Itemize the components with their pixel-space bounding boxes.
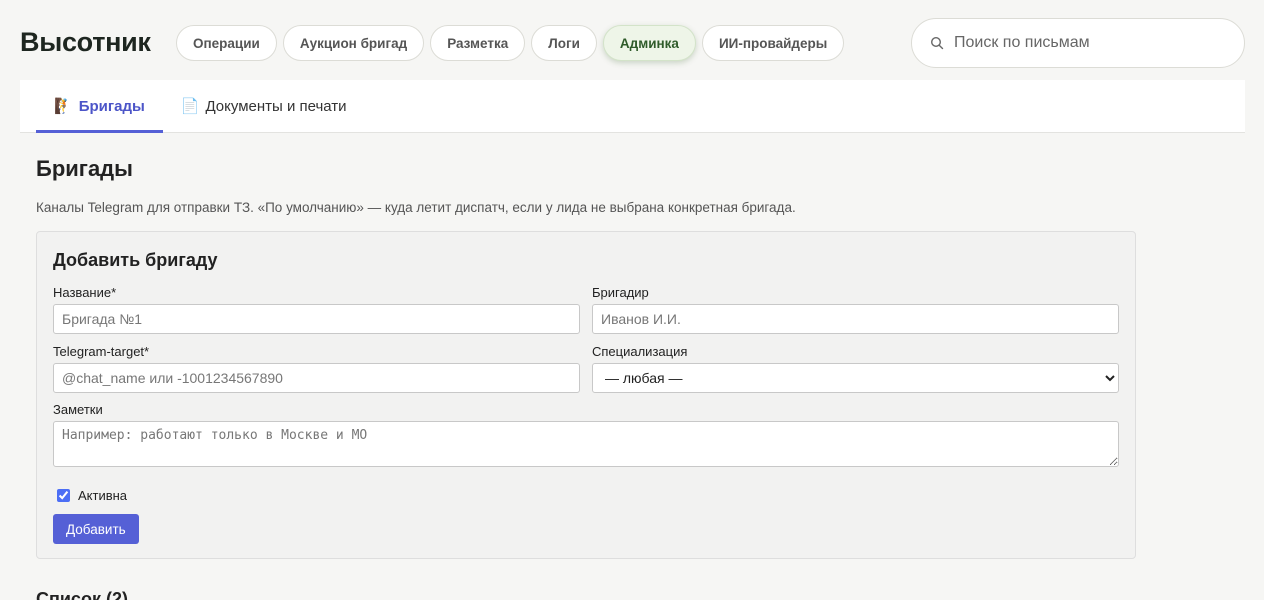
tab-bar: 🧗 Бригады 📄 Документы и печати: [20, 80, 1245, 133]
main-nav: Операции Аукцион бригад Разметка Логи Ад…: [176, 25, 845, 61]
active-checkbox[interactable]: [57, 489, 70, 502]
main-panel: 🧗 Бригады 📄 Документы и печати Бригады К…: [20, 80, 1245, 600]
nav-operations[interactable]: Операции: [176, 25, 277, 61]
nav-admin[interactable]: Админка: [602, 25, 696, 61]
climber-icon: 🧗: [54, 98, 73, 115]
nav-brigade-auction[interactable]: Аукцион бригад: [282, 25, 425, 61]
top-bar: Высотник Операции Аукцион бригад Разметк…: [0, 0, 1264, 82]
nav-markup[interactable]: Разметка: [430, 25, 526, 61]
name-label: Название*: [53, 285, 117, 300]
search-input[interactable]: [954, 34, 1224, 52]
name-field-group: Название*: [53, 285, 580, 334]
search-box[interactable]: [911, 18, 1245, 68]
page-description: Каналы Telegram для отправки ТЗ. «По умо…: [36, 200, 796, 215]
tab-label: Документы и печати: [205, 97, 347, 115]
notes-field-group: Заметки: [53, 402, 1119, 472]
specialization-select[interactable]: — любая —: [592, 363, 1119, 393]
search-icon: [930, 36, 944, 50]
notes-label: Заметки: [53, 402, 103, 417]
foreman-label: Бригадир: [592, 285, 649, 300]
form-title: Добавить бригаду: [53, 250, 218, 270]
specialization-field-group: Специализация — любая —: [592, 344, 1119, 393]
page-title: Бригады: [36, 156, 133, 181]
tab-documents[interactable]: 📄 Документы и печати: [163, 80, 365, 132]
active-checkbox-row: Активна: [53, 488, 1119, 503]
tab-brigades[interactable]: 🧗 Бригады: [36, 80, 163, 133]
foreman-input[interactable]: [592, 304, 1119, 334]
app-logo: Высотник: [20, 27, 151, 57]
form-grid: Название* Бригадир Telegram-target* Спец…: [53, 285, 1119, 403]
list-title: Список (2): [36, 589, 128, 600]
telegram-input[interactable]: [53, 363, 580, 393]
notes-textarea[interactable]: [53, 421, 1119, 467]
name-input[interactable]: [53, 304, 580, 334]
add-brigade-form: Добавить бригаду Название* Бригадир Tele…: [36, 231, 1136, 559]
nav-logs[interactable]: Логи: [531, 25, 597, 61]
add-button[interactable]: Добавить: [53, 514, 139, 544]
nav-ai-providers[interactable]: ИИ-провайдеры: [701, 25, 845, 61]
specialization-label: Специализация: [592, 344, 688, 359]
tab-label: Бригады: [78, 97, 145, 115]
telegram-field-group: Telegram-target*: [53, 344, 580, 393]
active-label: Активна: [78, 488, 128, 503]
document-icon: 📄: [180, 98, 200, 115]
foreman-field-group: Бригадир: [592, 285, 1119, 334]
page-content: Бригады Каналы Telegram для отправки ТЗ.…: [20, 133, 1245, 600]
telegram-label: Telegram-target*: [53, 344, 150, 359]
